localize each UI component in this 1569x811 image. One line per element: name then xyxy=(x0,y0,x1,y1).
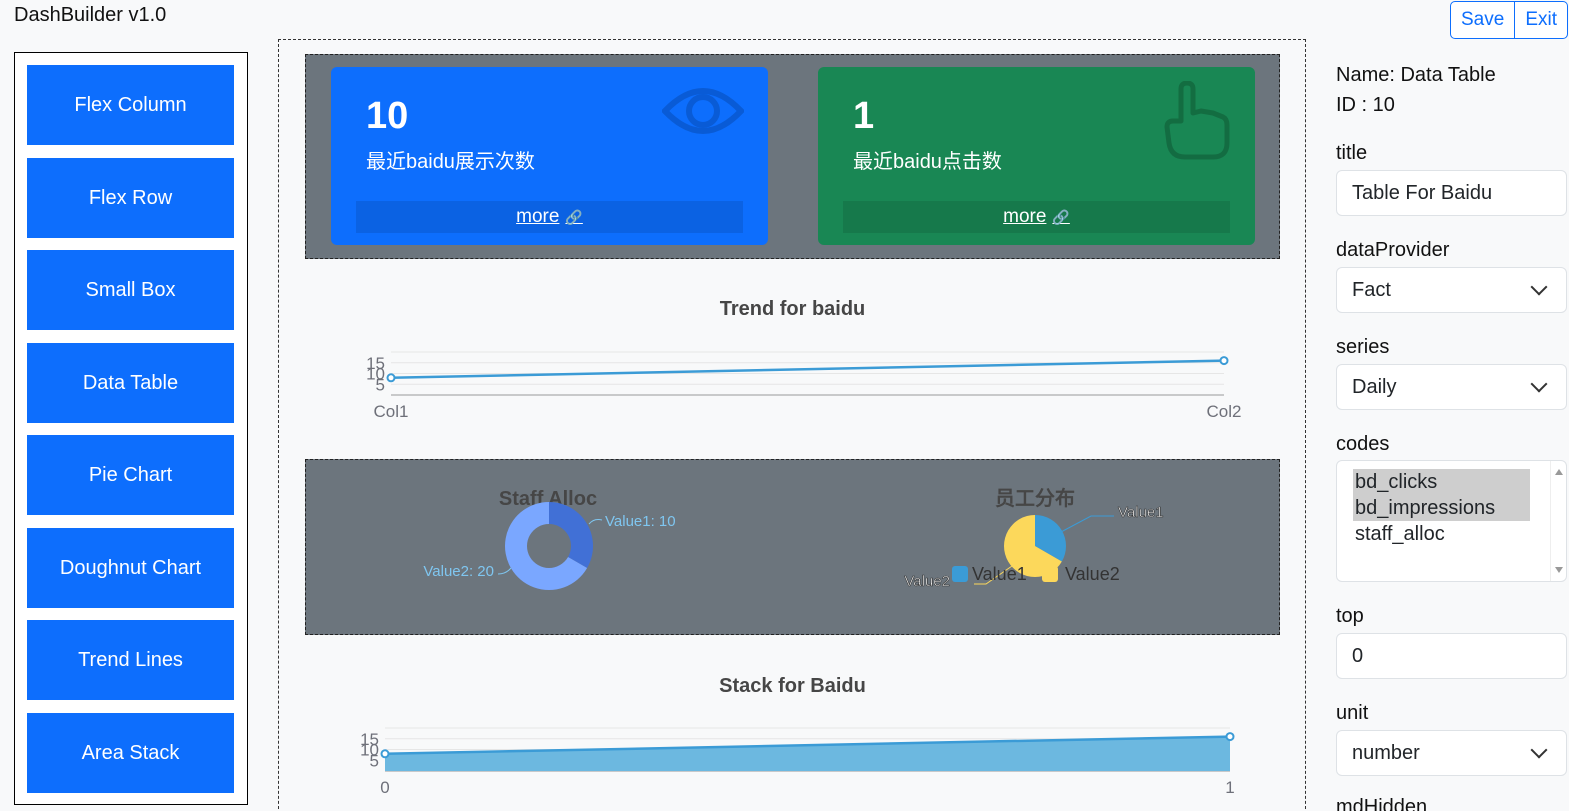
slice-label: Value2: 20 xyxy=(423,563,494,580)
slice-label: Value1 xyxy=(1118,504,1164,521)
small-box-label: 最近baidu展示次数 xyxy=(366,151,535,173)
top-label: top xyxy=(1336,605,1364,627)
trend-chart[interactable]: Trend for baidu 5 10 15 Col1 Col2 xyxy=(305,280,1280,430)
codes-option[interactable]: bd_impressions xyxy=(1353,495,1530,521)
codes-option[interactable]: staff_alloc xyxy=(1353,521,1530,547)
dataprovider-label: dataProvider xyxy=(1336,239,1450,261)
chart-title: 员工分布 xyxy=(995,486,1075,510)
trend-line-chart: 51015Col1 Col2 xyxy=(366,351,1242,421)
palette-flex-row[interactable]: Flex Row xyxy=(27,158,234,238)
legend-label: Value2 xyxy=(1065,564,1120,584)
top-input-value: 0 xyxy=(1352,644,1364,667)
y-tick-label: 15 xyxy=(360,730,379,749)
series-select-value: Daily xyxy=(1352,375,1397,398)
slice-label: Value1: 10 xyxy=(605,513,676,530)
small-box-more-link[interactable]: more 🔗 xyxy=(356,201,743,233)
flex-row-pie-charts[interactable]: Staff Alloc Value1: 10 Value2: 20 员工分布 Value… xyxy=(305,459,1280,635)
chevron-down-icon xyxy=(1530,278,1548,296)
small-box-value: 10 xyxy=(366,95,409,137)
palette-pie-chart[interactable]: Pie Chart xyxy=(27,435,234,515)
palette-trend-lines[interactable]: Trend Lines xyxy=(27,620,234,700)
small-box-clicks[interactable]: 1 最近baidu点击数 more 🔗 xyxy=(818,67,1255,245)
more-link-label: more xyxy=(516,206,560,227)
dataprovider-select-value: Fact xyxy=(1352,278,1391,301)
more-link-label: more xyxy=(1003,206,1047,227)
chevron-down-icon xyxy=(1530,741,1548,759)
area-fill xyxy=(385,736,1230,771)
x-tick-label: Col1 xyxy=(374,402,409,421)
palette-area-stack[interactable]: Area Stack xyxy=(27,713,234,793)
component-palette: Flex Column Flex Row Small Box Data Tabl… xyxy=(14,52,248,805)
small-box-impressions[interactable]: 10 最近baidu展示次数 more 🔗 xyxy=(331,67,768,245)
codes-option[interactable]: bd_clicks xyxy=(1353,469,1530,495)
legend-label: Value1 xyxy=(972,564,1027,584)
top-input[interactable]: 0 xyxy=(1336,633,1567,679)
toolbar: Save Exit xyxy=(1450,1,1568,39)
y-tick-label: 15 xyxy=(366,354,385,373)
scroll-down-arrow-icon[interactable] xyxy=(1555,567,1563,573)
title-label: title xyxy=(1336,142,1368,164)
mdhidden-label: mdHidden xyxy=(1336,796,1428,811)
title-input-value: Table For Baidu xyxy=(1352,181,1493,204)
dataprovider-select[interactable]: Fact xyxy=(1336,267,1567,313)
link-icon: 🔗 xyxy=(565,208,583,225)
slice-label: Value2 xyxy=(904,573,950,590)
data-point xyxy=(1219,356,1229,366)
codes-scrollbar[interactable] xyxy=(1550,461,1566,581)
data-point xyxy=(380,749,390,759)
series-label: series xyxy=(1336,336,1390,358)
design-canvas[interactable]: 10 最近baidu展示次数 more 🔗 1 最近baidu点击数 more … xyxy=(278,39,1306,811)
x-tick-label: 1 xyxy=(1225,778,1234,797)
label-line xyxy=(1060,515,1114,533)
component-name: Name: Data Table xyxy=(1336,64,1496,86)
codes-multiselect[interactable]: bd_clicks bd_impressions staff_alloc xyxy=(1336,460,1567,582)
data-point xyxy=(386,373,396,383)
component-id: ID : 10 xyxy=(1336,94,1395,116)
chevron-down-icon xyxy=(1530,375,1548,393)
series-select[interactable]: Daily xyxy=(1336,364,1567,410)
x-tick-label: Col2 xyxy=(1207,402,1242,421)
small-box-value: 1 xyxy=(853,95,875,137)
area-chart: 510150 1 xyxy=(360,727,1235,797)
palette-data-table[interactable]: Data Table xyxy=(27,343,234,423)
eye-icon xyxy=(662,88,744,134)
x-tick-label: 0 xyxy=(380,778,389,797)
label-line xyxy=(497,567,512,575)
small-box-label: 最近baidu点击数 xyxy=(853,151,1002,173)
link-icon: 🔗 xyxy=(1052,208,1070,225)
area-stack-chart[interactable]: Stack for Baidu 5 10 15 0 1 xyxy=(305,655,1280,811)
palette-small-box[interactable]: Small Box xyxy=(27,250,234,330)
flex-row-small-boxes[interactable]: 10 最近baidu展示次数 more 🔗 1 最近baidu点击数 more … xyxy=(305,54,1280,259)
doughnut-slice xyxy=(549,502,593,568)
data-point xyxy=(1225,732,1235,742)
unit-label: unit xyxy=(1336,702,1369,724)
pie-charts: Staff AllocValue1: 10Value2: 20员工分布Value… xyxy=(423,486,1164,590)
small-box-more-link[interactable]: more 🔗 xyxy=(843,201,1230,233)
palette-flex-column[interactable]: Flex Column xyxy=(27,65,234,145)
legend-swatch xyxy=(1042,566,1058,582)
app-title: DashBuilder v1.0 xyxy=(14,4,167,26)
hand-pointer-icon xyxy=(1164,81,1230,160)
unit-select-value: number xyxy=(1352,741,1420,764)
unit-select[interactable]: number xyxy=(1336,730,1567,776)
legend-swatch xyxy=(952,566,968,582)
scroll-up-arrow-icon[interactable] xyxy=(1555,469,1563,475)
properties-panel: Name: Data Table ID : 10 title Table For… xyxy=(1336,40,1569,811)
palette-doughnut-chart[interactable]: Doughnut Chart xyxy=(27,528,234,608)
title-input[interactable]: Table For Baidu xyxy=(1336,170,1567,216)
codes-label: codes xyxy=(1336,433,1390,455)
exit-button[interactable]: Exit xyxy=(1515,1,1568,39)
save-button[interactable]: Save xyxy=(1450,1,1516,39)
label-line xyxy=(588,519,603,525)
